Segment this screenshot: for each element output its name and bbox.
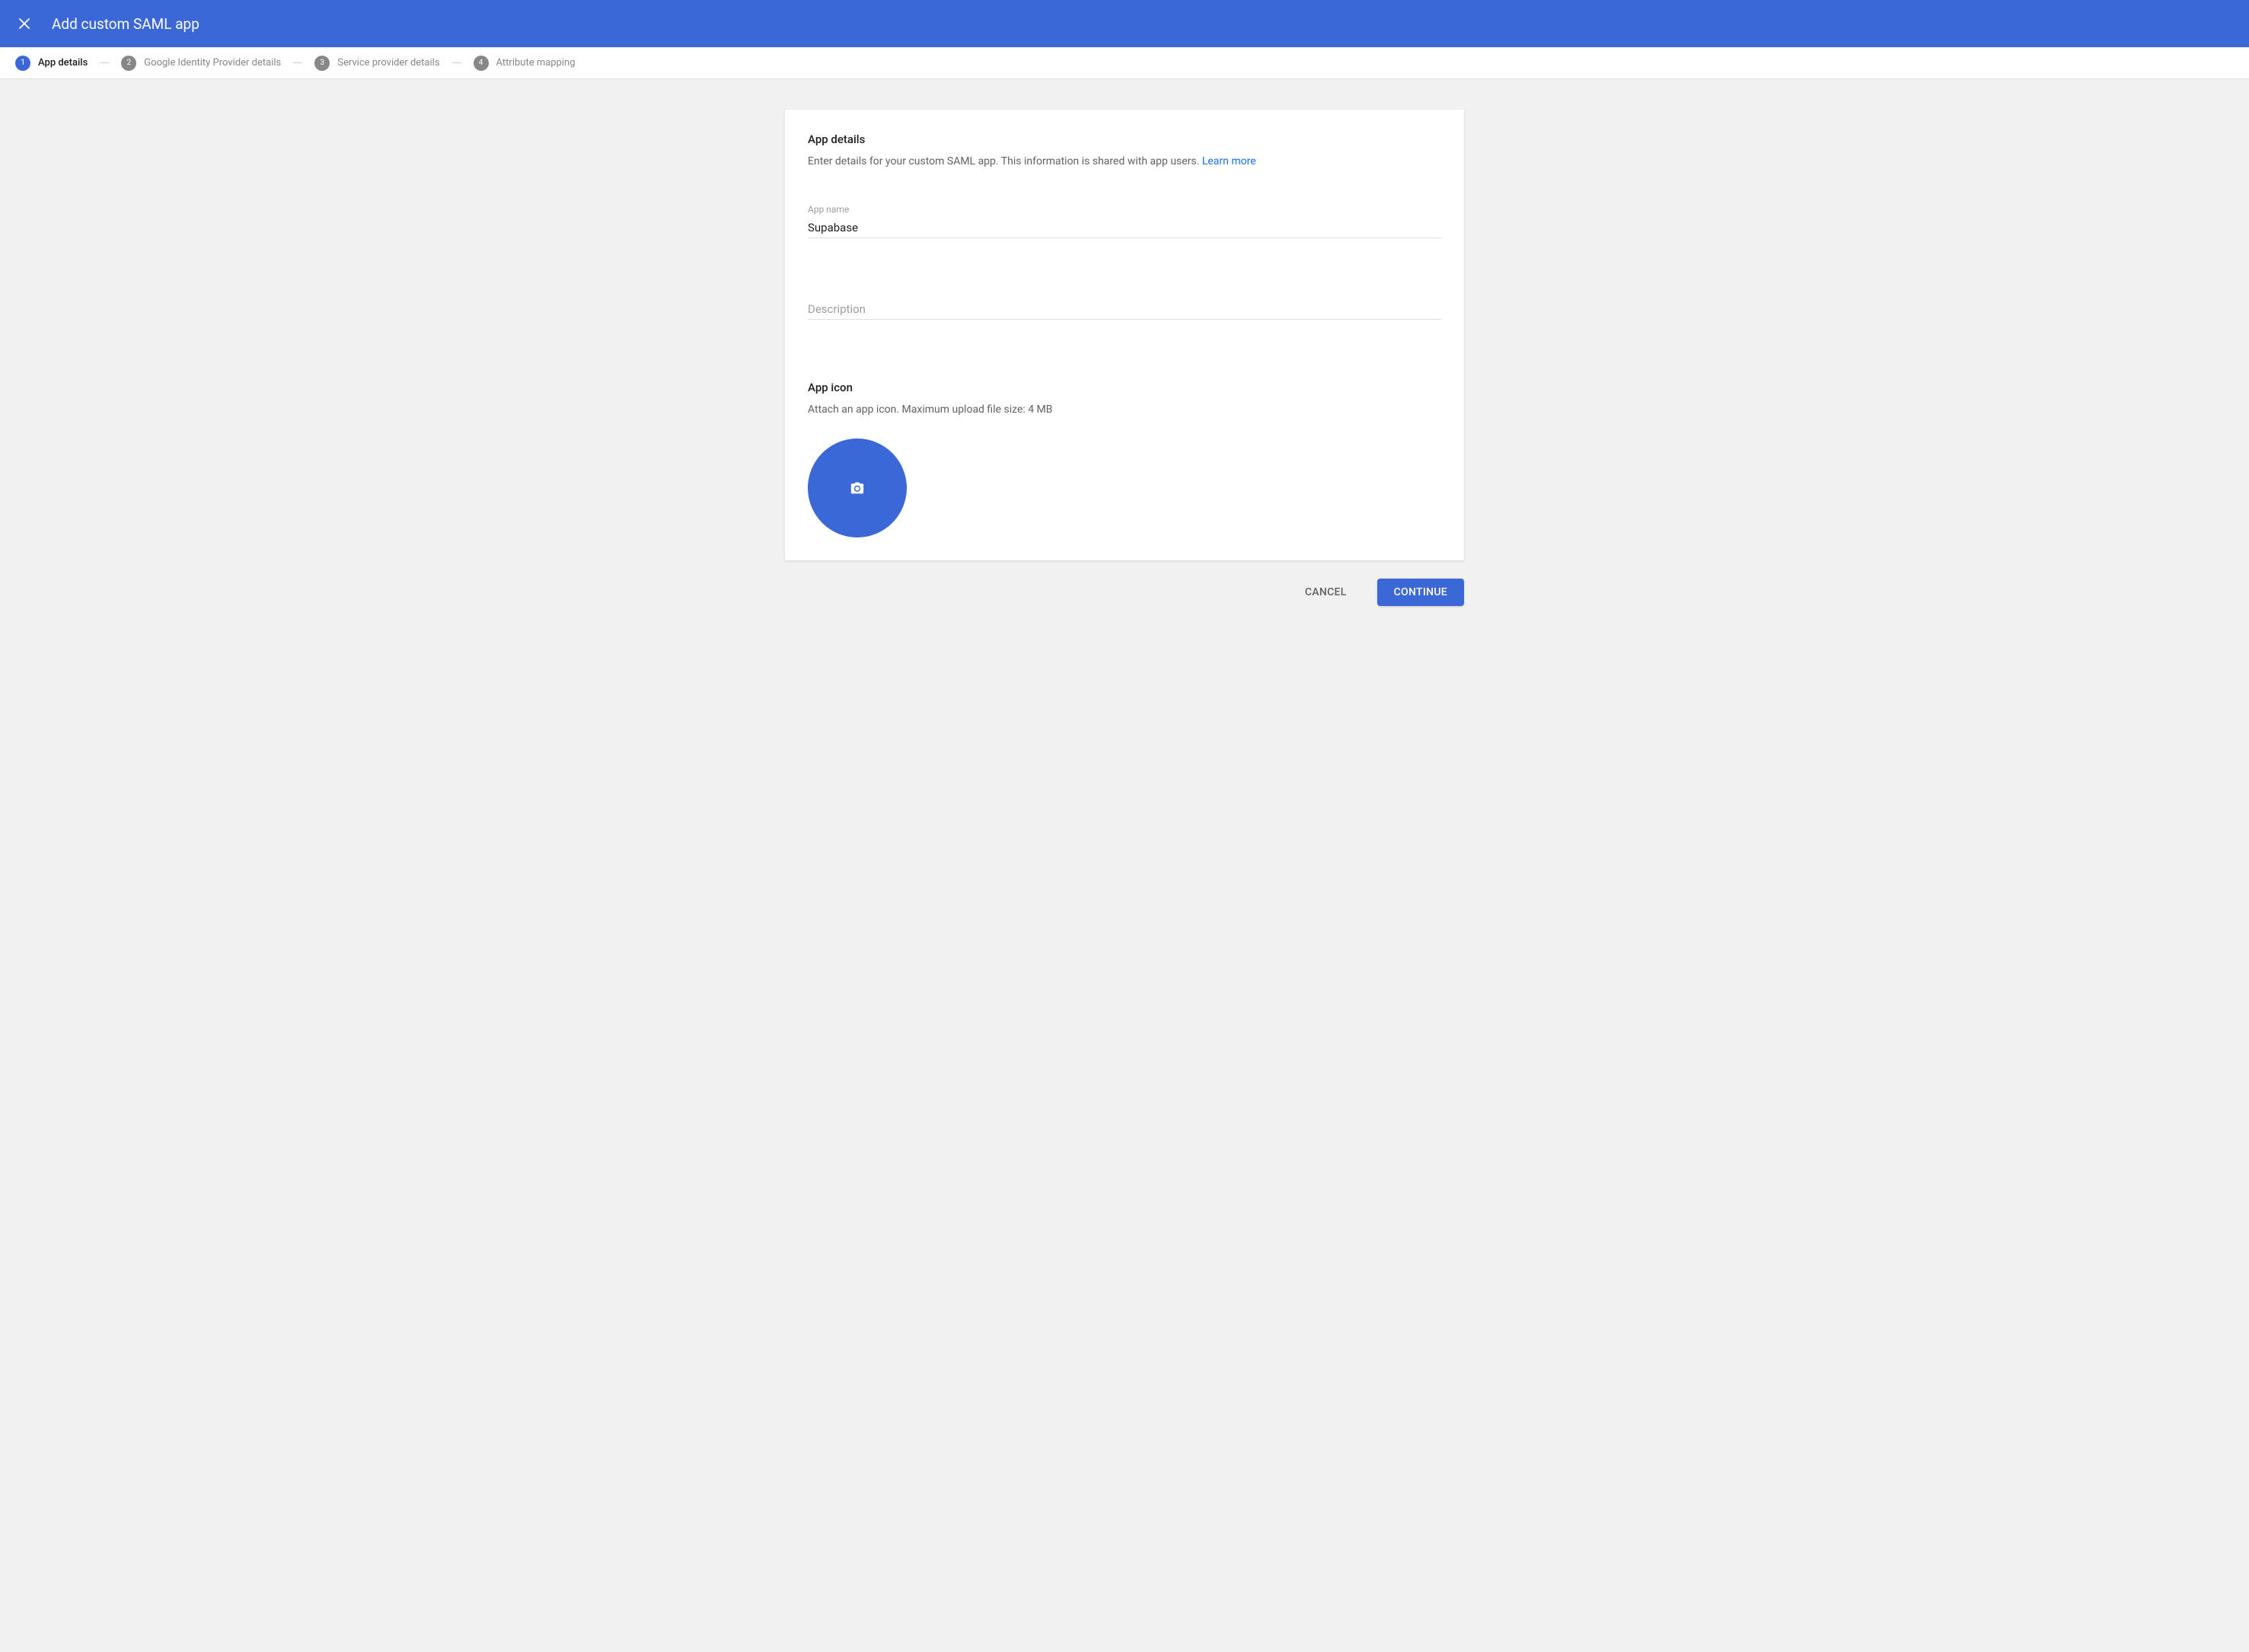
stepper: 1 App details 2 Google Identity Provider… [0,47,2249,79]
header: Add custom SAML app [0,0,2249,47]
close-icon [18,17,31,30]
step-divider [293,62,302,63]
icon-section-subtitle: Attach an app icon. Maximum upload file … [808,403,1441,416]
step-google-idp[interactable]: 2 Google Identity Provider details [121,56,281,71]
icon-section-title: App icon [808,381,1441,394]
step-label: App details [38,57,88,69]
continue-button[interactable]: CONTINUE [1377,579,1464,606]
app-name-input[interactable] [808,218,1441,238]
field-label: App name [808,204,1441,215]
app-name-field: App name [808,204,1441,238]
section-title: App details [808,132,1441,146]
learn-more-link[interactable]: Learn more [1202,155,1256,167]
content-wrapper: App details Enter details for your custo… [0,79,2249,636]
step-divider [100,62,109,63]
step-circle: 2 [121,56,136,71]
step-attribute-mapping[interactable]: 4 Attribute mapping [474,56,576,71]
description-input[interactable] [808,299,1441,320]
step-circle: 3 [314,56,330,71]
section-subtitle: Enter details for your custom SAML app. … [808,155,1441,167]
icon-upload-button[interactable] [808,439,907,537]
step-service-provider[interactable]: 3 Service provider details [314,56,439,71]
close-button[interactable] [15,14,33,33]
step-circle: 4 [474,56,489,71]
description-field [808,299,1441,320]
app-details-card: App details Enter details for your custo… [785,110,1464,560]
step-label: Google Identity Provider details [144,57,281,69]
step-label: Service provider details [337,57,439,69]
step-label: Attribute mapping [496,57,576,69]
step-app-details[interactable]: 1 App details [15,56,88,71]
step-divider [452,62,461,63]
action-buttons: CANCEL CONTINUE [785,579,1464,606]
step-circle: 1 [15,56,30,71]
page-title: Add custom SAML app [52,15,199,33]
cancel-button[interactable]: CANCEL [1288,579,1364,606]
camera-icon [850,481,865,495]
